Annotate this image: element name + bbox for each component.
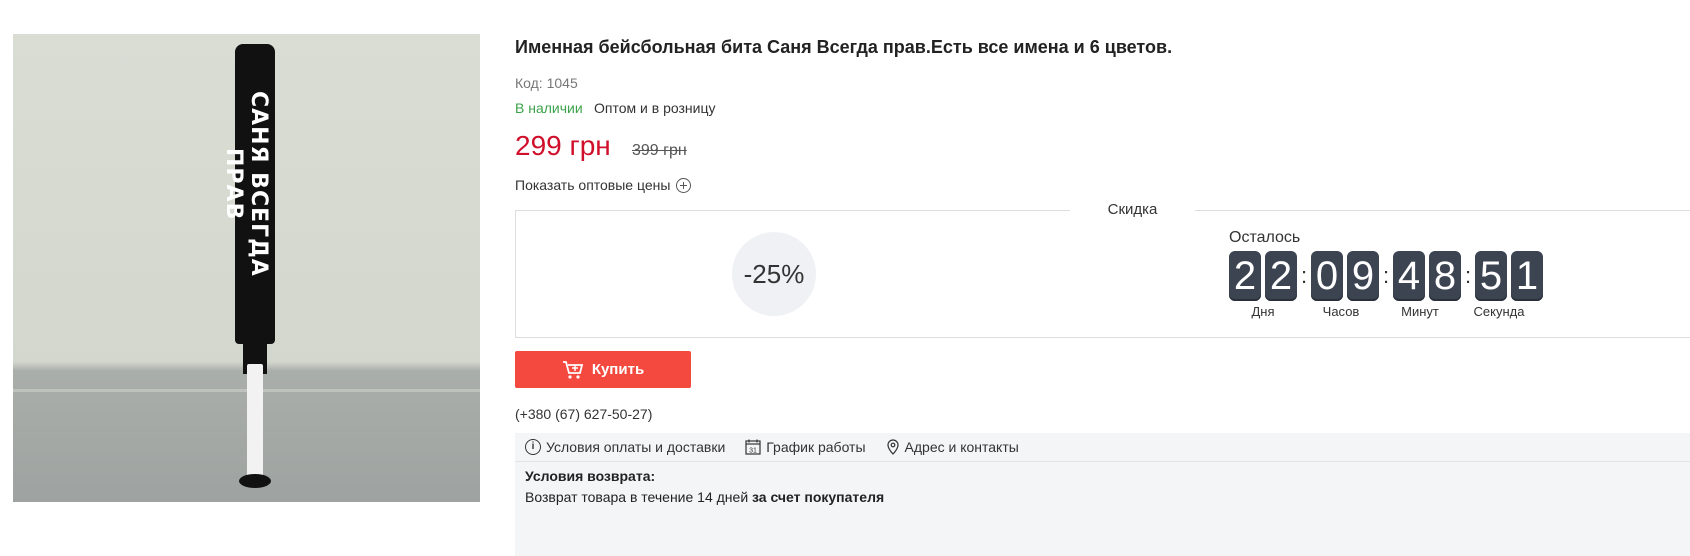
timer-digit: 9: [1347, 251, 1379, 301]
timer-digit: 4: [1393, 251, 1425, 301]
tab-label: Адрес и контакты: [904, 439, 1019, 455]
old-price: 399 грн: [632, 142, 687, 159]
timer-unit-seconds: Секунда: [1473, 304, 1525, 319]
countdown-timer: 2 2 : 0 9 : 4 8 : 5 1: [1229, 251, 1547, 301]
product-image[interactable]: САНЯ ВСЕГДА ПРАВ: [13, 34, 480, 502]
sale-type: Оптом и в розницу: [594, 100, 716, 116]
tab-schedule[interactable]: 31 График работы: [745, 439, 866, 455]
info-tabs: i Условия оплаты и доставки 31 График ра…: [515, 433, 1690, 462]
discount-label: Скидка: [1070, 201, 1195, 218]
timer-separator: :: [1301, 263, 1308, 288]
timer-separator: :: [1465, 263, 1472, 288]
timer-digit: 2: [1229, 251, 1261, 301]
map-pin-icon: [886, 438, 899, 455]
show-wholesale-prices-link[interactable]: Показать оптовые цены: [515, 177, 692, 193]
return-text-prefix: Возврат товара в течение 14 дней: [525, 489, 749, 505]
tab-payment-delivery[interactable]: i Условия оплаты и доставки: [525, 439, 725, 455]
timer-separator: :: [1383, 263, 1390, 288]
return-text-bold: за счет покупателя: [752, 489, 885, 505]
buy-button-label: Купить: [591, 361, 645, 378]
buy-button[interactable]: Купить: [515, 351, 691, 388]
timer-unit-hours: Часов: [1322, 304, 1360, 319]
return-conditions-title: Условия возврата:: [525, 468, 656, 484]
product-code: Код: 1045: [515, 75, 578, 91]
calendar-icon: 31: [745, 439, 761, 455]
tab-label: Условия оплаты и доставки: [546, 439, 726, 455]
timer-unit-days: Дня: [1251, 304, 1275, 319]
tab-content-panel: [515, 462, 1690, 556]
tab-address-contacts[interactable]: Адрес и контакты: [886, 438, 1019, 456]
timer-digit: 1: [1511, 251, 1543, 301]
discount-percent-badge: -25%: [732, 232, 816, 316]
availability-status: В наличии: [515, 100, 583, 116]
cart-icon: [562, 360, 583, 379]
timer-digit: 5: [1475, 251, 1507, 301]
timer-digit: 0: [1311, 251, 1343, 301]
bat-inscription: САНЯ ВСЕГДА ПРАВ: [221, 91, 271, 277]
show-wholesale-label: Показать оптовые цены: [515, 177, 671, 193]
calendar-icon-number: 31: [749, 448, 757, 455]
tab-label: График работы: [766, 439, 866, 455]
baseball-bat: САНЯ ВСЕГДА ПРАВ: [221, 44, 275, 488]
timer-digit: 8: [1429, 251, 1461, 301]
product-title: Именная бейсбольная бита Саня Всегда пра…: [515, 37, 1173, 57]
return-conditions-text: Возврат товара в течение 14 дней за счет…: [525, 489, 884, 505]
plus-circle-icon: [676, 177, 692, 193]
phone-number[interactable]: (+380 (67) 627-50-27): [515, 406, 652, 422]
timer-digit: 2: [1265, 251, 1297, 301]
time-remaining-label: Осталось: [1229, 229, 1301, 246]
timer-unit-minutes: Минут: [1401, 304, 1439, 319]
info-icon: i: [525, 439, 541, 455]
current-price: 299 грн: [515, 130, 611, 161]
